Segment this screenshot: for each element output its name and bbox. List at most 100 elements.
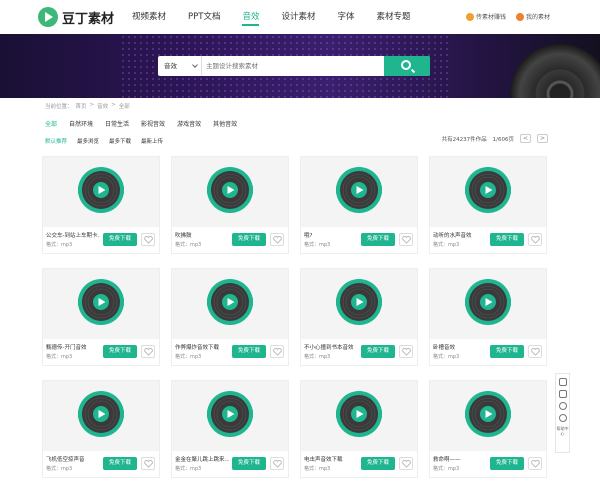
play-disc-icon[interactable] (464, 166, 512, 214)
card-thumbnail[interactable] (43, 269, 159, 339)
favorite-button[interactable] (270, 345, 284, 358)
favorite-button[interactable] (528, 233, 542, 246)
free-download-button[interactable]: 免费下载 (361, 457, 395, 470)
breadcrumb-sound[interactable]: 音效 (97, 102, 108, 110)
qrcode-icon[interactable] (558, 390, 567, 398)
my-materials-link[interactable]: 我的素材 (515, 12, 550, 21)
nav-item-font[interactable]: 字体 (338, 0, 355, 34)
free-download-button[interactable]: 免费下载 (490, 345, 524, 358)
favorite-button[interactable] (399, 233, 413, 246)
card-title[interactable]: 电击声音效下载 (304, 455, 358, 463)
search-button[interactable] (384, 56, 430, 76)
sound-card[interactable]: 甄德传-开门音效 格式：mp3 免费下载 (42, 268, 160, 366)
sound-card[interactable]: 救命啊—— 格式：mp3 免费下载 (429, 380, 547, 478)
favorite-button[interactable] (528, 457, 542, 470)
sound-card[interactable]: 电击声音效下载 格式：mp3 免费下载 (300, 380, 418, 478)
card-thumbnail[interactable] (430, 381, 546, 451)
play-disc-icon[interactable] (335, 390, 383, 438)
free-download-button[interactable]: 免费下载 (361, 345, 395, 358)
play-disc-icon[interactable] (206, 166, 254, 214)
card-title[interactable]: 飞机低空掠声音 (46, 455, 100, 463)
upload-link[interactable]: 传素材赚钱 (465, 12, 506, 21)
upload-icon[interactable] (558, 378, 567, 386)
card-thumbnail[interactable] (172, 381, 288, 451)
card-thumbnail[interactable] (301, 381, 417, 451)
category-nature[interactable]: 自然环境 (69, 119, 93, 128)
play-disc-icon[interactable] (464, 390, 512, 438)
category-daily[interactable]: 日常生活 (105, 119, 129, 128)
card-thumbnail[interactable] (301, 157, 417, 227)
free-download-button[interactable]: 免费下载 (361, 233, 395, 246)
play-disc-icon[interactable] (464, 278, 512, 326)
sort-newest[interactable]: 最新上传 (141, 137, 163, 145)
play-disc-icon[interactable] (206, 390, 254, 438)
favorite-button[interactable] (270, 457, 284, 470)
favorite-button[interactable] (399, 345, 413, 358)
card-title[interactable]: 救命啊—— (433, 455, 487, 463)
favorite-button[interactable] (399, 457, 413, 470)
card-thumbnail[interactable] (430, 157, 546, 227)
help-center-label[interactable]: 帮助中心 (556, 426, 569, 436)
sound-card[interactable]: 哦? 格式：mp3 免费下载 (300, 156, 418, 254)
next-page-button[interactable]: > (537, 134, 548, 143)
category-all[interactable]: 全部 (45, 119, 57, 128)
nav-item-sound[interactable]: 音效 (242, 0, 260, 34)
free-download-button[interactable]: 免费下载 (232, 233, 266, 246)
card-thumbnail[interactable] (301, 269, 417, 339)
sound-card[interactable]: 吹拂鼓 格式：mp3 免费下载 (171, 156, 289, 254)
play-disc-icon[interactable] (77, 278, 125, 326)
question-icon[interactable] (558, 402, 567, 410)
card-title[interactable]: 吹拂鼓 (175, 231, 229, 239)
free-download-button[interactable]: 免费下载 (103, 345, 137, 358)
search-type-select[interactable]: 音效 (158, 56, 202, 76)
favorite-button[interactable] (141, 233, 155, 246)
search-input[interactable] (202, 56, 384, 76)
card-thumbnail[interactable] (172, 157, 288, 227)
card-thumbnail[interactable] (172, 269, 288, 339)
sound-card[interactable]: 动听的水声音效 格式：mp3 免费下载 (429, 156, 547, 254)
favorite-button[interactable] (141, 457, 155, 470)
nav-item-video[interactable]: 视频素材 (132, 0, 166, 34)
sound-card[interactable]: 不小心撞到书本音效 格式：mp3 免费下载 (300, 268, 418, 366)
sort-most-downloaded[interactable]: 最多下载 (109, 137, 131, 145)
sound-card[interactable]: 作弊爆炸音效下载 格式：mp3 免费下载 (171, 268, 289, 366)
breadcrumb-home[interactable]: 首页 (76, 102, 87, 110)
headset-icon[interactable] (558, 414, 567, 422)
nav-item-topics[interactable]: 素材专题 (377, 0, 411, 34)
logo[interactable]: 豆丁素材 (38, 7, 114, 27)
play-disc-icon[interactable] (335, 278, 383, 326)
card-title[interactable]: 动听的水声音效 (433, 231, 487, 239)
sort-most-viewed[interactable]: 最多浏览 (77, 137, 99, 145)
card-title[interactable]: 哦? (304, 231, 358, 239)
prev-page-button[interactable]: < (520, 134, 531, 143)
card-thumbnail[interactable] (43, 381, 159, 451)
category-other[interactable]: 其他音效 (213, 119, 237, 128)
card-title[interactable]: 金金在聚儿跳上跳来... (175, 455, 229, 463)
category-film[interactable]: 影视音效 (141, 119, 165, 128)
nav-item-ppt[interactable]: PPT文档 (188, 0, 220, 34)
favorite-button[interactable] (141, 345, 155, 358)
card-thumbnail[interactable] (430, 269, 546, 339)
card-title[interactable]: 不小心撞到书本音效 (304, 343, 358, 351)
play-disc-icon[interactable] (206, 278, 254, 326)
free-download-button[interactable]: 免费下载 (232, 345, 266, 358)
card-title[interactable]: 公交车-到站上车期卡... (46, 231, 100, 239)
play-disc-icon[interactable] (77, 390, 125, 438)
favorite-button[interactable] (528, 345, 542, 358)
play-disc-icon[interactable] (335, 166, 383, 214)
free-download-button[interactable]: 免费下载 (490, 233, 524, 246)
sound-card[interactable]: 飞机低空掠声音 格式：mp3 免费下载 (42, 380, 160, 478)
sound-card[interactable]: 卧槽音效 格式：mp3 免费下载 (429, 268, 547, 366)
card-title[interactable]: 卧槽音效 (433, 343, 487, 351)
sound-card[interactable]: 公交车-到站上车期卡... 格式：mp3 免费下载 (42, 156, 160, 254)
free-download-button[interactable]: 免费下载 (103, 457, 137, 470)
nav-item-design[interactable]: 设计素材 (281, 0, 315, 34)
card-thumbnail[interactable] (43, 157, 159, 227)
sort-recommended[interactable]: 默认推荐 (45, 137, 67, 145)
favorite-button[interactable] (270, 233, 284, 246)
free-download-button[interactable]: 免费下载 (232, 457, 266, 470)
card-title[interactable]: 作弊爆炸音效下载 (175, 343, 229, 351)
category-game[interactable]: 游戏音效 (177, 119, 201, 128)
play-disc-icon[interactable] (77, 166, 125, 214)
card-title[interactable]: 甄德传-开门音效 (46, 343, 100, 351)
